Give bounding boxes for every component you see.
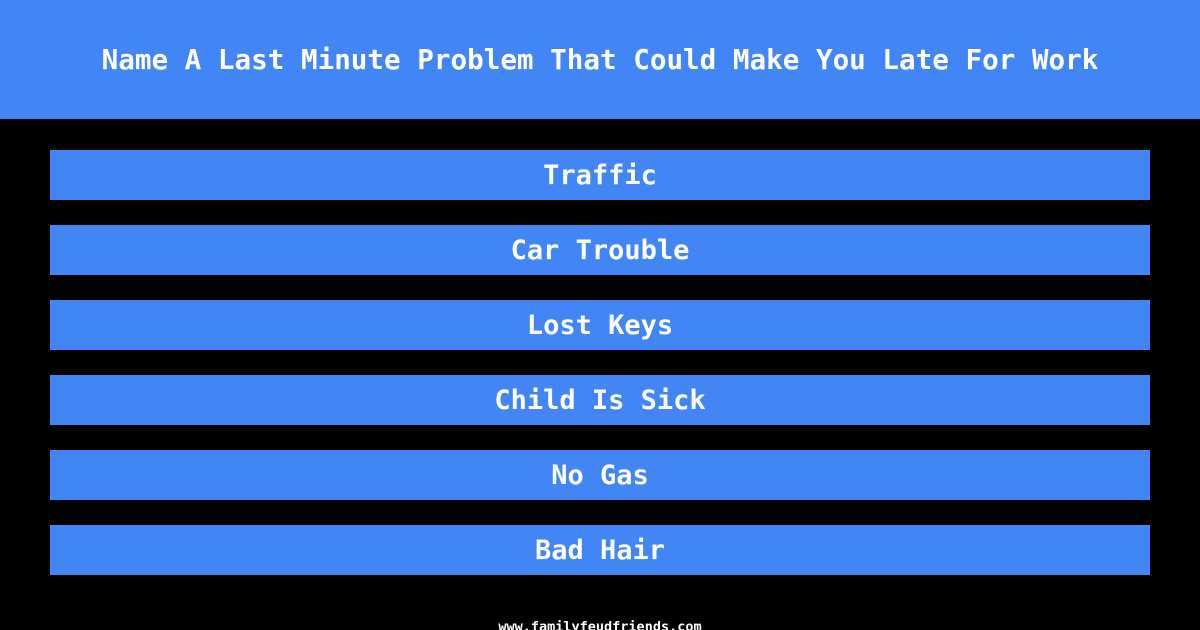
game-card: Name A Last Minute Problem That Could Ma… bbox=[0, 0, 1200, 630]
answer-row-4[interactable]: Child Is Sick bbox=[50, 375, 1150, 425]
answer-label: No Gas bbox=[551, 459, 649, 491]
site-footer: www.familyfeudfriends.com bbox=[0, 600, 1200, 630]
answer-label: Traffic bbox=[543, 159, 657, 191]
answer-label: Child Is Sick bbox=[494, 384, 706, 416]
answers-list: Traffic Car Trouble Lost Keys Child Is S… bbox=[0, 119, 1200, 600]
question-banner: Name A Last Minute Problem That Could Ma… bbox=[0, 0, 1200, 119]
answer-label: Bad Hair bbox=[534, 534, 666, 566]
answer-label: Car Trouble bbox=[510, 234, 690, 266]
site-url[interactable]: www.familyfeudfriends.com bbox=[498, 620, 701, 630]
answer-row-5[interactable]: No Gas bbox=[50, 450, 1150, 500]
answer-row-2[interactable]: Car Trouble bbox=[50, 225, 1150, 275]
answer-row-6[interactable]: Bad Hair bbox=[50, 525, 1150, 575]
answer-row-3[interactable]: Lost Keys bbox=[50, 300, 1150, 350]
answer-row-1[interactable]: Traffic bbox=[50, 150, 1150, 200]
answer-label: Lost Keys bbox=[526, 309, 674, 341]
page-title: Name A Last Minute Problem That Could Ma… bbox=[101, 42, 1099, 76]
